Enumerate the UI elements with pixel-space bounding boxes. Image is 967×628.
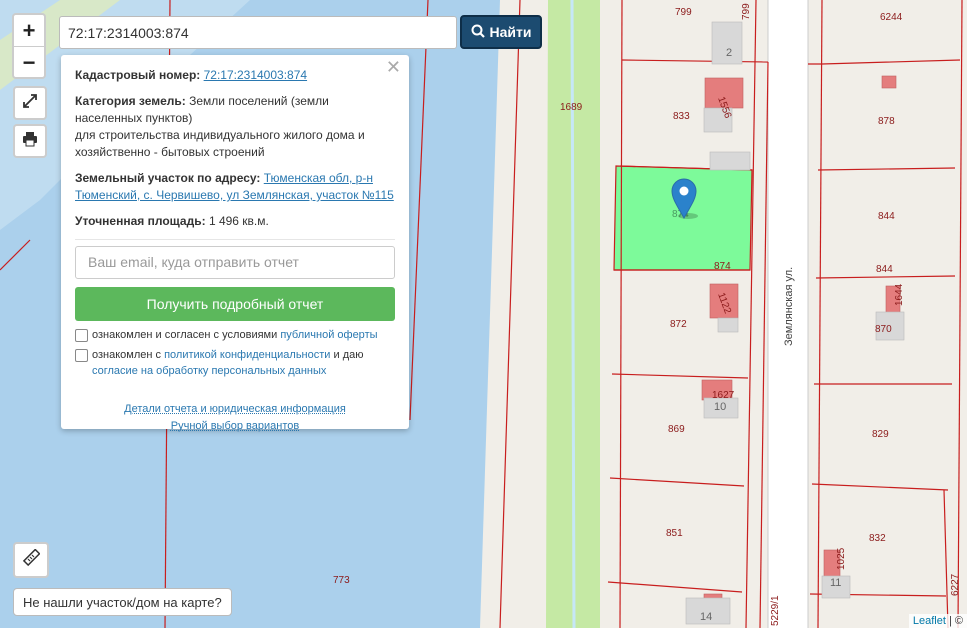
offer-checkbox[interactable] [75, 329, 88, 342]
parcel-label: 874 [714, 261, 731, 272]
address-label: Земельный участок по адресу: [75, 171, 261, 185]
print-icon [22, 131, 38, 152]
privacy-policy-link[interactable]: политикой конфиденциальности [164, 349, 330, 361]
offer-consent-row: ознакомлен и согласен с условиями публич… [75, 327, 395, 343]
personal-data-consent-link[interactable]: согласие на обработку персональных данны… [92, 365, 326, 377]
attribution-separator: | © [948, 615, 963, 627]
parcel-label: 872 [670, 319, 687, 330]
category-value: населенных пунктов) [75, 111, 193, 125]
email-placeholder: Ваш email, куда отправить отчет [88, 254, 299, 270]
area-label: Уточненная площадь: [75, 214, 206, 228]
not-found-button[interactable]: Не нашли участок/дом на карте? [13, 588, 232, 616]
manual-selection-link[interactable]: Ручной выбор вариантов [75, 418, 395, 435]
building-number: 14 [700, 611, 712, 623]
building-label: 1627 [712, 390, 735, 401]
search-input[interactable]: 72:17:2314003:874 [59, 16, 457, 49]
zoom-out-button[interactable]: − [14, 46, 44, 78]
address-link[interactable]: Тюменская обл, р-н [264, 171, 373, 185]
parcel-label: 5229/1 [770, 595, 781, 626]
street-label: Землянская ул. [783, 267, 795, 346]
search-icon [471, 24, 485, 41]
category-label: Категория земель: [75, 94, 186, 108]
email-field[interactable]: Ваш email, куда отправить отчет [75, 246, 395, 279]
privacy-consent-text: ознакомлен с [92, 349, 162, 361]
parcel-label: 6227 [950, 573, 961, 596]
building-label: 1025 [836, 547, 847, 570]
measure-button[interactable] [13, 542, 49, 578]
parcel-label: 851 [666, 528, 683, 539]
fullscreen-button[interactable] [13, 86, 47, 120]
address-link[interactable]: Тюменский, с. Червишево, ул Землянская, … [75, 188, 394, 202]
building-number: 10 [714, 401, 726, 413]
ruler-icon [22, 547, 41, 572]
parcel-label: 829 [872, 429, 889, 440]
report-details-link[interactable]: Детали отчета и юридическая информация [75, 401, 395, 418]
parcel-label: 799 [741, 3, 752, 20]
parcel-label: 1689 [560, 102, 583, 113]
category-purpose: для строительства индивидуального жилого… [75, 128, 365, 142]
cadastral-number-link[interactable]: 72:17:2314003:874 [204, 68, 307, 82]
privacy-checkbox[interactable] [75, 349, 88, 362]
zoom-control: + − [12, 13, 46, 79]
privacy-consent-text: и даю [333, 349, 364, 361]
search-button[interactable]: Найти [460, 15, 542, 49]
privacy-consent-row: ознакомлен с политикой конфиденциальност… [75, 347, 395, 379]
parcel-label: 869 [668, 424, 685, 435]
print-button[interactable] [13, 124, 47, 158]
parcel-label: 870 [875, 324, 892, 335]
building-number: 11 [830, 577, 841, 589]
building-number: 2 [726, 47, 732, 59]
parcel-info-popup: ✕ Кадастровый номер: 72:17:2314003:874 К… [61, 55, 409, 432]
category-row: Категория земель: Земли поселений (земли… [75, 93, 395, 161]
cadastral-label: Кадастровый номер: [75, 68, 201, 82]
get-report-button[interactable]: Получить подробный отчет [75, 287, 395, 321]
cadastral-row: Кадастровый номер: 72:17:2314003:874 [75, 67, 395, 84]
parcel-label: 6244 [880, 12, 903, 23]
close-icon[interactable]: ✕ [386, 58, 401, 76]
search-button-label: Найти [489, 24, 532, 40]
map-attribution: Leaflet | © [908, 614, 967, 628]
category-purpose: хозяйственно - бытовых строений [75, 145, 265, 159]
parcel-label: 773 [333, 575, 350, 586]
parcel-label: 878 [878, 116, 895, 127]
offer-consent-text: ознакомлен и согласен с условиями [92, 329, 278, 341]
offer-link[interactable]: публичной оферты [280, 329, 377, 341]
address-row: Земельный участок по адресу: Тюменская о… [75, 170, 395, 204]
building-label: 1644 [894, 283, 905, 306]
zoom-in-button[interactable]: + [14, 15, 44, 46]
leaflet-link[interactable]: Leaflet [913, 615, 946, 627]
parcel-label: 833 [673, 111, 690, 122]
parcel-label: 844 [878, 211, 895, 222]
parcel-label: 832 [869, 533, 886, 544]
parcel-label: 844 [876, 264, 893, 275]
divider [75, 239, 395, 240]
area-value: 1 496 кв.м. [208, 214, 269, 228]
category-value: Земли поселений (земли [189, 94, 329, 108]
search-input-value: 72:17:2314003:874 [68, 24, 189, 41]
fullscreen-icon [22, 93, 38, 114]
area-row: Уточненная площадь: 1 496 кв.м. [75, 213, 395, 230]
parcel-label: 799 [675, 7, 692, 18]
